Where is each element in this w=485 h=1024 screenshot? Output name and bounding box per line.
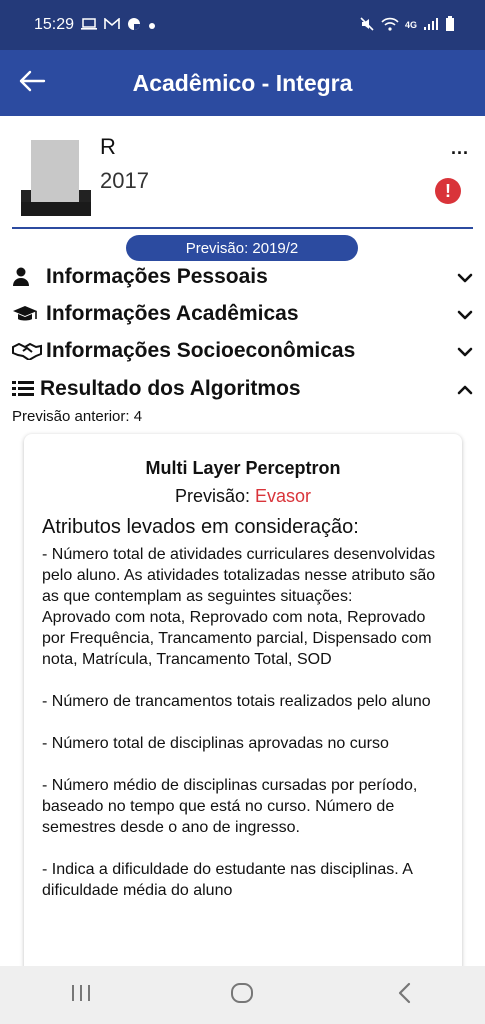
prediction-label: Previsão:	[174, 486, 255, 506]
pie-app-icon	[127, 17, 141, 34]
laptop-icon	[81, 17, 98, 33]
chevron-up-icon	[453, 377, 477, 401]
chevron-down-icon	[453, 339, 477, 363]
prediction-value: Evasor	[255, 486, 312, 506]
attribute-item: - Número total de disciplinas aprovadas …	[42, 735, 389, 752]
avatar	[21, 130, 91, 216]
attribute-item: - Número médio de disciplinas cursadas p…	[42, 777, 418, 836]
wifi-icon	[381, 17, 399, 34]
recent-apps-icon	[70, 983, 92, 1008]
network-type-label: 4G	[404, 20, 417, 30]
person-icon	[12, 267, 46, 287]
attributes-list: - Número total de atividades curriculare…	[42, 544, 450, 922]
section-label: Informações Acadêmicas	[46, 302, 299, 325]
page-title: Acadêmico - Integra	[132, 69, 353, 96]
home-icon	[230, 982, 254, 1009]
status-time: 15:29	[34, 16, 75, 33]
previous-prediction: Previsão anterior: 4	[12, 408, 143, 425]
attribute-item: - Número total de atividades curriculare…	[42, 546, 436, 668]
section-personal-info[interactable]: Informações Pessoais	[12, 260, 477, 294]
section-socioeconomic-info[interactable]: Informações Socioeconômicas	[12, 334, 477, 368]
status-bar: 15:29 4G	[0, 0, 485, 50]
home-button[interactable]	[202, 966, 282, 1024]
attribute-item: - Indica a dificuldade do estudante nas …	[42, 861, 413, 899]
status-left: 15:29	[34, 16, 156, 34]
section-label: Resultado dos Algoritmos	[40, 377, 301, 400]
handshake-icon	[12, 342, 46, 360]
student-year: 2017	[100, 168, 149, 193]
section-algorithm-results[interactable]: Resultado dos Algoritmos	[12, 372, 477, 406]
chevron-left-icon	[397, 982, 411, 1009]
attributes-title: Atributos levados em consideração:	[42, 516, 359, 538]
prediction-badge: Previsão: 2019/2	[126, 235, 358, 261]
mute-icon	[359, 16, 375, 35]
avatar-strip	[21, 202, 91, 216]
attribute-item: - Número de trancamentos totais realizad…	[42, 693, 431, 710]
section-academic-info[interactable]: Informações Acadêmicas	[12, 297, 477, 331]
more-options-button[interactable]: ...	[451, 138, 469, 159]
battery-icon	[445, 15, 455, 35]
algorithm-name: Multi Layer Perceptron	[145, 458, 341, 478]
recent-apps-button[interactable]	[41, 966, 121, 1024]
notification-dot-icon	[148, 17, 156, 33]
list-icon	[12, 380, 40, 398]
app-bar: Acadêmico - Integra	[0, 50, 485, 116]
back-button[interactable]	[0, 50, 64, 116]
algorithm-result-card: Multi Layer Perceptron Previsão: Evasor …	[24, 434, 462, 994]
graduation-cap-icon	[12, 305, 46, 323]
profile-header: R 2017 ... !	[0, 116, 485, 228]
section-label: Informações Pessoais	[46, 265, 268, 288]
chevron-down-icon	[453, 265, 477, 289]
system-nav-bar	[0, 966, 485, 1024]
status-right: 4G	[359, 15, 455, 35]
mail-icon	[104, 17, 120, 33]
student-name: R	[100, 134, 116, 159]
card-prediction: Previsão: Evasor	[24, 486, 462, 507]
arrow-left-icon	[18, 69, 46, 98]
divider	[12, 227, 473, 229]
signal-icon	[423, 17, 439, 34]
app-title-wrap: Acadêmico - Integra	[0, 70, 485, 97]
system-back-button[interactable]	[364, 966, 444, 1024]
avatar-blurred-photo	[31, 140, 79, 204]
alert-icon[interactable]: !	[435, 178, 461, 204]
section-label: Informações Socioeconômicas	[46, 339, 356, 362]
chevron-down-icon	[453, 302, 477, 326]
